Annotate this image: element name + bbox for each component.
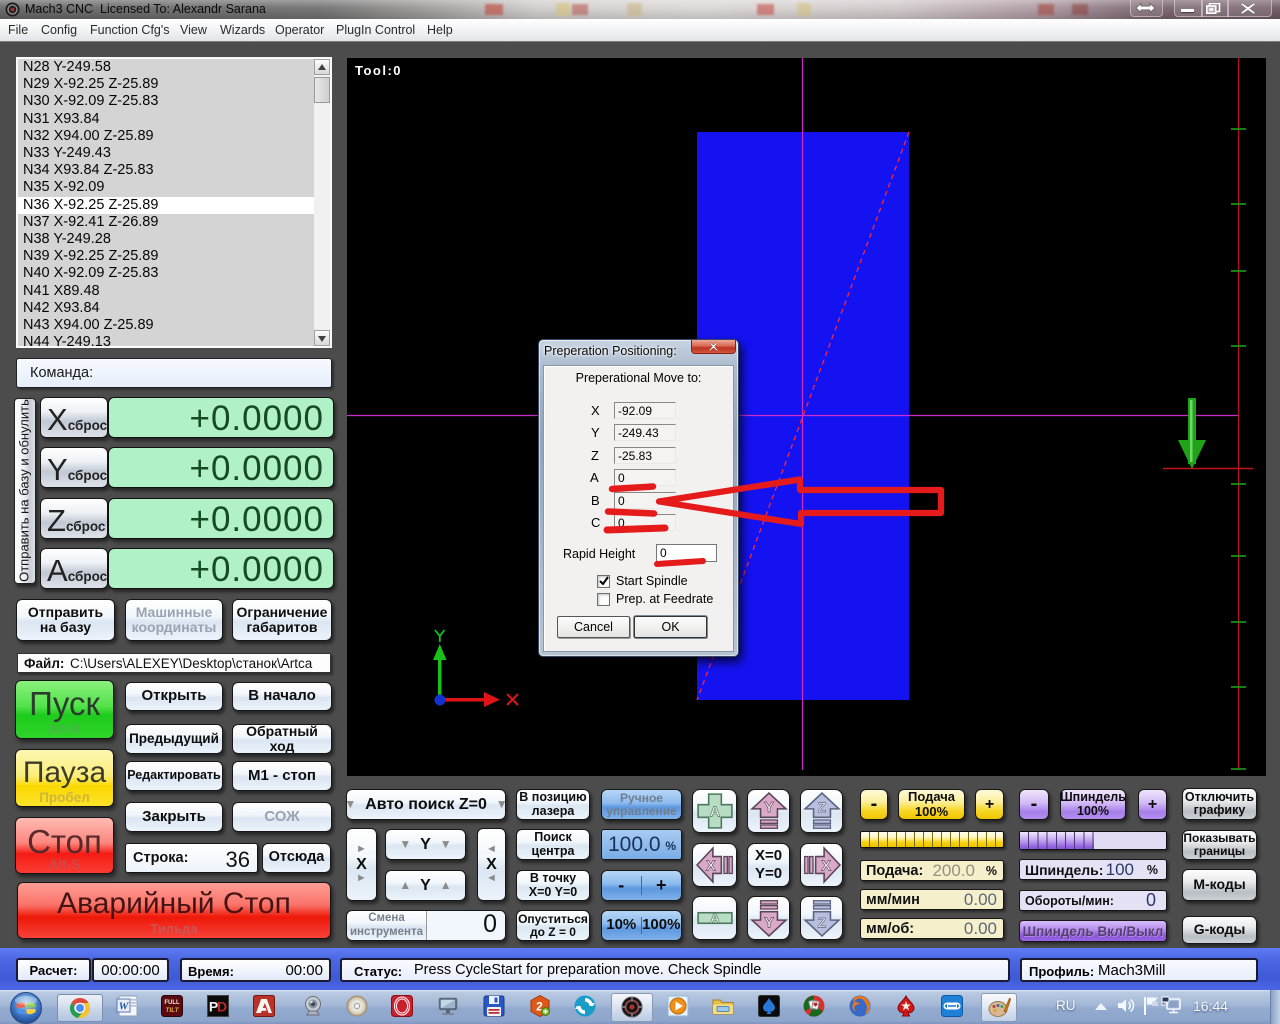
svg-text:X: X [821, 858, 831, 874]
svg-text:Y: Y [764, 800, 774, 816]
svg-text:TILT: TILT [165, 1007, 179, 1014]
svg-text:Y: Y [764, 916, 774, 932]
svg-text:A: A [709, 804, 720, 820]
svg-text:X: X [705, 858, 715, 874]
svg-text:W: W [119, 1001, 130, 1013]
svg-text:Z: Z [817, 916, 825, 931]
svg-text:A: A [710, 911, 720, 926]
svg-text:D: D [217, 999, 227, 1015]
svg-text:FULL: FULL [164, 1000, 180, 1006]
svg-text:Z: Z [817, 800, 825, 815]
